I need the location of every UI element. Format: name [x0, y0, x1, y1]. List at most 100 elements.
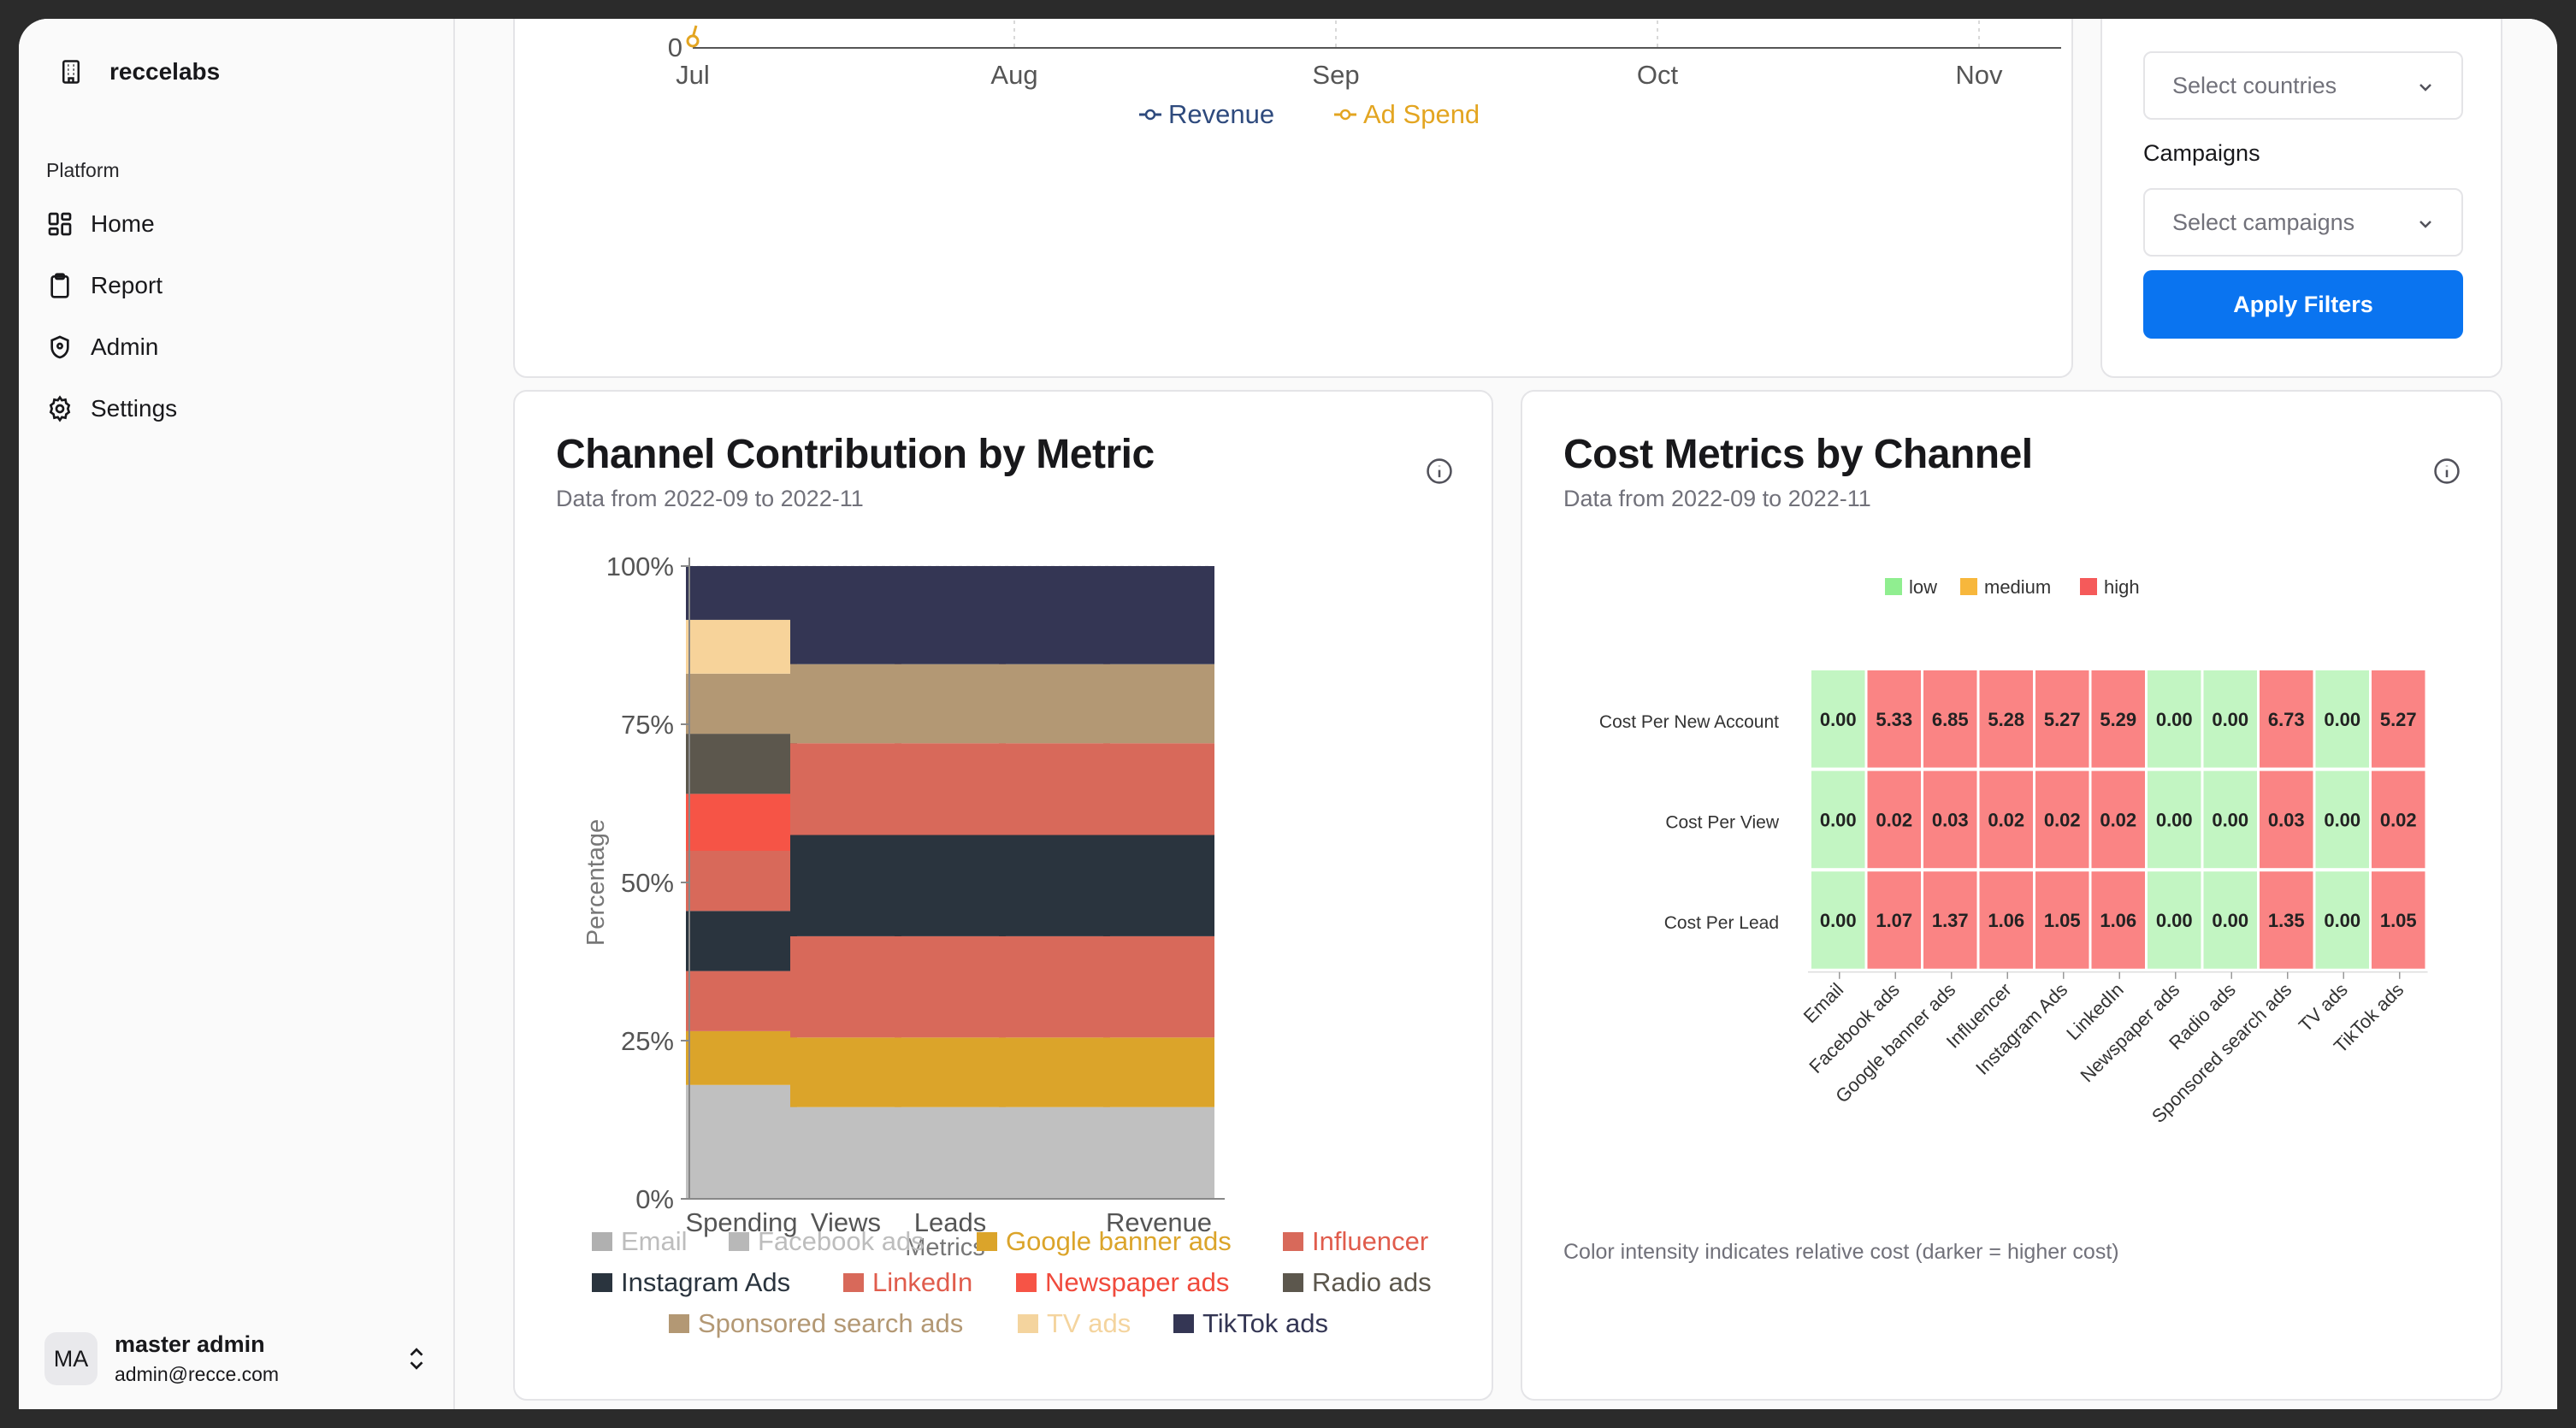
y-tick-label: 0	[668, 32, 682, 62]
legend-swatch	[1283, 1232, 1303, 1251]
avatar: MA	[44, 1332, 97, 1385]
filters-card: Select countries Campaigns Select campai…	[2100, 19, 2502, 378]
bar-segment[interactable]	[999, 664, 1110, 744]
bar-segment[interactable]	[790, 1106, 901, 1199]
legend-item[interactable]: LinkedIn	[843, 1267, 972, 1298]
bar-segment[interactable]	[1103, 743, 1214, 835]
legend-item[interactable]: Influencer	[1283, 1226, 1428, 1257]
y-tick-label: 25%	[621, 1026, 674, 1056]
legend-item[interactable]: TikTok ads	[1173, 1308, 1328, 1339]
bar-segment[interactable]	[895, 1037, 1006, 1107]
bar-segment[interactable]	[1103, 1106, 1214, 1199]
bar-segment[interactable]	[1103, 935, 1214, 1038]
sidebar-item-settings[interactable]: Settings	[46, 385, 422, 433]
campaigns-select[interactable]: Select campaigns	[2143, 188, 2463, 257]
bar-segment[interactable]	[999, 743, 1110, 835]
legend-revenue[interactable]: Revenue	[1139, 99, 1274, 129]
bar-segment[interactable]	[1103, 566, 1214, 664]
legend-swatch	[1173, 1314, 1194, 1333]
bar-segment[interactable]	[790, 935, 901, 1038]
legend-item[interactable]: Sponsored search ads	[669, 1308, 963, 1339]
legend-item[interactable]: Google banner ads	[977, 1226, 1232, 1257]
row-label: Cost Per View	[1665, 812, 1779, 832]
bar-segment[interactable]	[686, 971, 797, 1031]
sidebar-item-report[interactable]: Report	[46, 262, 422, 310]
bar-segment[interactable]	[999, 1106, 1110, 1199]
cell-value: 5.27	[2044, 709, 2081, 730]
user-menu[interactable]: MA master admin admin@recce.com	[44, 1327, 446, 1390]
bar-segment[interactable]	[790, 743, 901, 835]
bar-segment[interactable]	[686, 851, 797, 912]
bar-segment[interactable]	[686, 673, 797, 735]
row-label: Cost Per New Account	[1599, 712, 1779, 732]
cell-value: 1.37	[1932, 910, 1969, 931]
bar-segment[interactable]	[895, 743, 1006, 835]
y-tick-label: 0%	[635, 1184, 674, 1214]
revenue-spend-card: 0 Jul Aug Sep Oct Nov Revenue Ad Spend	[513, 19, 2073, 378]
column-label: Newspaper ads	[2077, 979, 2184, 1087]
cell-value: 1.35	[2268, 910, 2305, 931]
y-tick-label: 75%	[621, 710, 674, 740]
bar-segment[interactable]	[790, 566, 901, 664]
bar-segment[interactable]	[686, 911, 797, 971]
main-content: 0 Jul Aug Sep Oct Nov Revenue Ad Spend S…	[457, 19, 2557, 1409]
bar-segment[interactable]	[895, 835, 1006, 936]
y-tick-label: 50%	[621, 868, 674, 898]
legend-swatch	[1960, 578, 1977, 595]
legend-label: Google banner ads	[1006, 1226, 1232, 1256]
heatmap-legend-item[interactable]: low	[1885, 576, 1937, 598]
campaigns-placeholder: Select campaigns	[2172, 209, 2355, 235]
cell-value: 0.02	[2100, 809, 2136, 830]
legend-item[interactable]: Newspaper ads	[1016, 1267, 1229, 1298]
bar-segment[interactable]	[686, 1030, 797, 1085]
heatmap-legend-item[interactable]: high	[2080, 576, 2140, 598]
cost-heatmap: low medium high Cost Per New Account 0.00 5.3…	[1599, 576, 2428, 1127]
bar-segment[interactable]	[686, 794, 797, 851]
legend-swatch	[977, 1232, 997, 1251]
bar-segment[interactable]	[790, 1037, 901, 1107]
bar-segment[interactable]	[686, 734, 797, 794]
legend-item[interactable]: Instagram Ads	[592, 1267, 790, 1298]
legend-ad-spend[interactable]: Ad Spend	[1334, 99, 1480, 129]
legend-item[interactable]: Email	[592, 1226, 688, 1257]
bar-segment[interactable]	[686, 619, 797, 674]
legend-item[interactable]: Facebook ads	[729, 1226, 925, 1257]
bar-segment[interactable]	[790, 835, 901, 936]
bar-segment[interactable]	[686, 566, 797, 620]
y-axis-label: Percentage	[582, 819, 610, 946]
sidebar-item-label: Settings	[91, 395, 178, 422]
chevron-down-icon	[2419, 221, 2431, 228]
legend-item[interactable]: TV ads	[1018, 1308, 1131, 1339]
legend-item[interactable]: Radio ads	[1283, 1267, 1432, 1298]
bar-segment[interactable]	[790, 664, 901, 744]
bar-segment[interactable]	[1103, 835, 1214, 936]
bar-segment[interactable]	[895, 935, 1006, 1038]
apply-filters-button[interactable]: Apply Filters	[2143, 270, 2463, 339]
bar-segment[interactable]	[999, 566, 1110, 664]
cell-value: 1.07	[1876, 910, 1912, 931]
bar-segment[interactable]	[999, 935, 1110, 1038]
bar-segment[interactable]	[895, 1106, 1006, 1199]
x-tick-label: Oct	[1637, 60, 1679, 90]
cell-value: 0.00	[2324, 709, 2360, 730]
legend-label: Radio ads	[1312, 1267, 1432, 1297]
bar-segment[interactable]	[1103, 1037, 1214, 1107]
brand[interactable]: reccelabs	[58, 58, 220, 86]
row-label: Cost Per Lead	[1664, 913, 1779, 933]
bar-segment[interactable]	[895, 664, 1006, 744]
bar-segment[interactable]	[999, 835, 1110, 936]
cell-value: 0.02	[2044, 809, 2081, 830]
bar-segment[interactable]	[1103, 664, 1214, 744]
legend-swatch	[1885, 578, 1902, 595]
chevron-up-down-icon	[410, 1348, 423, 1370]
bar-segment[interactable]	[686, 1084, 797, 1199]
bar-segment[interactable]	[999, 1037, 1110, 1107]
cell-value: 0.00	[2212, 709, 2248, 730]
bar-segment[interactable]	[895, 566, 1006, 664]
cell-value: 0.00	[1820, 910, 1857, 931]
countries-select[interactable]: Select countries	[2143, 51, 2463, 120]
heatmap-legend-item[interactable]: medium	[1960, 576, 2051, 598]
legend-label: low	[1909, 576, 1937, 598]
sidebar-item-admin[interactable]: Admin	[46, 323, 422, 371]
sidebar-item-home[interactable]: Home	[46, 200, 422, 248]
